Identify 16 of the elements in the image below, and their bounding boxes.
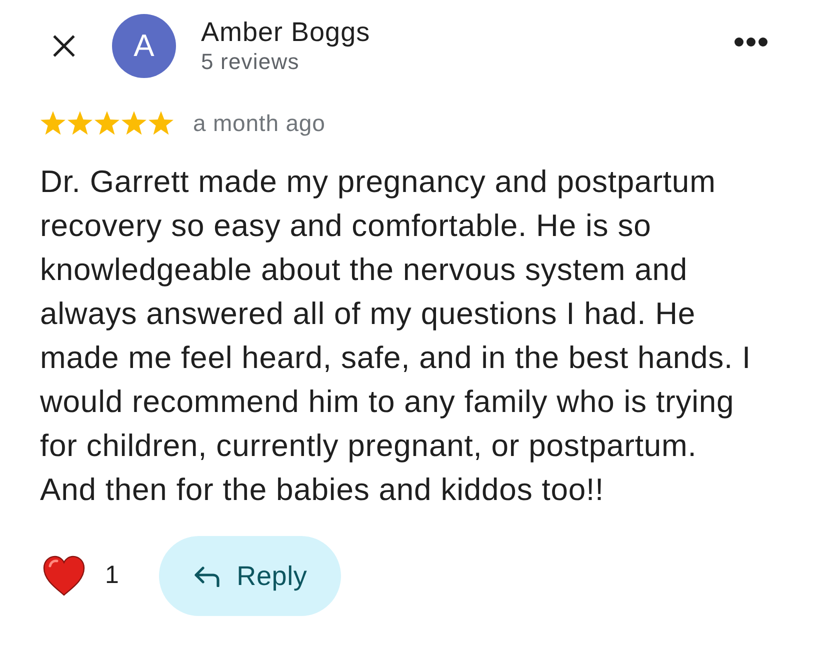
heart-icon[interactable] [42,555,86,597]
reply-icon [192,565,221,587]
reaction-count: 1 [105,560,119,592]
filled-star-icon [40,110,66,136]
filled-star-icon [121,110,147,136]
filled-star-icon [94,110,120,136]
avatar-letter: A [112,14,176,78]
filled-star-icon [67,110,93,136]
reply-button[interactable]: Reply [158,536,341,616]
reviewer-name[interactable]: Amber Boggs [201,16,730,48]
filled-star-icon [148,110,174,136]
review-count: 5 reviews [201,48,300,76]
more-icon [734,37,768,47]
review-time: a month ago [193,110,326,136]
review-text: Dr. Garrett made my pregnancy and postpartum recovery so easy and comfortable. He is so knowledgeable about the nervous system and always answered all of my questions I had. He made me feel heard, safe, and in the best hands. I would recommend him to any family who is trying for children, currently pregnant, or postpartum. And then for the babies and kiddos too!! [40,163,752,509]
close-icon [52,34,76,58]
